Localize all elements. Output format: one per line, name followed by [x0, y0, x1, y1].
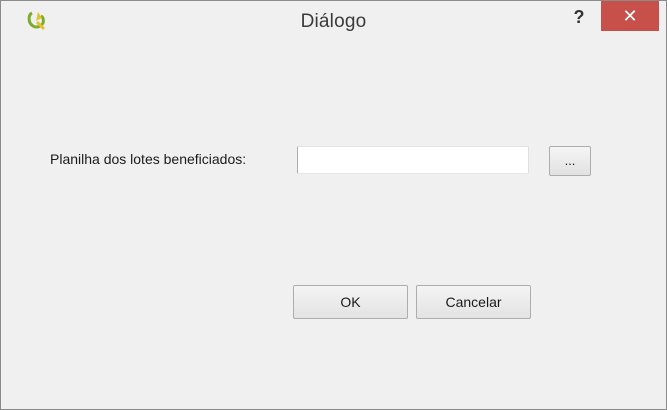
dialog-window: Diálogo ? ✕ Planilha dos lotes beneficia…	[0, 0, 667, 410]
close-button[interactable]: ✕	[601, 1, 659, 31]
title-bar[interactable]: Diálogo ? ✕	[1, 1, 666, 39]
dialog-body: Planilha dos lotes beneficiados: ... OK …	[10, 39, 656, 400]
ok-button[interactable]: OK	[293, 285, 408, 319]
browse-button[interactable]: ...	[549, 146, 591, 176]
cancel-button[interactable]: Cancelar	[416, 285, 531, 319]
close-icon: ✕	[622, 6, 638, 26]
spreadsheet-path-input[interactable]	[297, 146, 529, 174]
spreadsheet-label: Planilha dos lotes beneficiados:	[50, 151, 247, 167]
help-button[interactable]: ?	[564, 1, 594, 33]
